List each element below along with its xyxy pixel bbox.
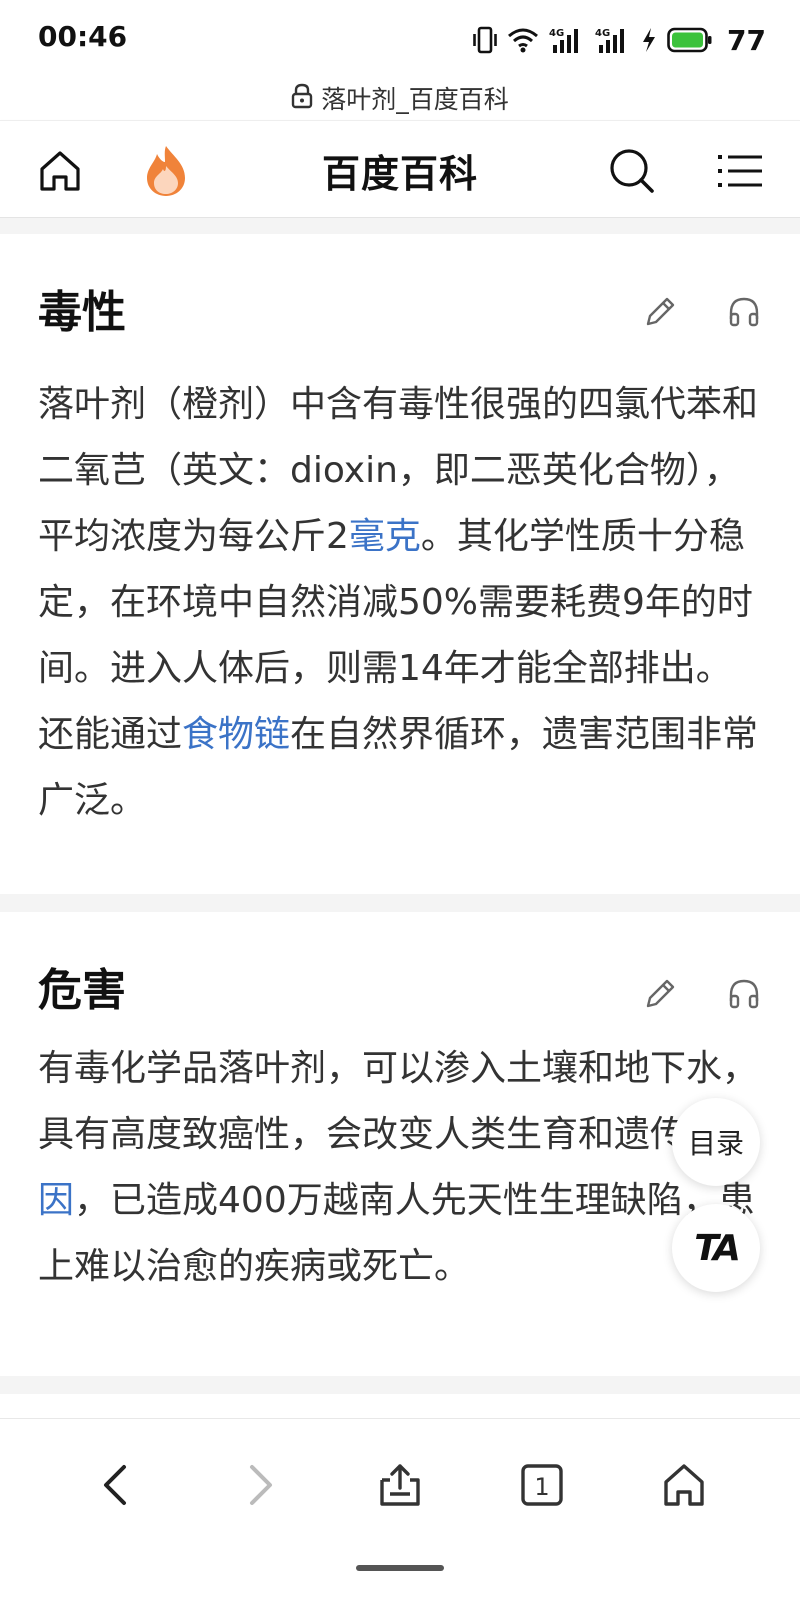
- status-bar: 00:46 4G 4G 77: [0, 0, 800, 80]
- section-toxicity: 毒性 落叶剂（橙剂）中含有毒性很强的四氯代苯和二氧芑（英文：dioxin，即二恶…: [0, 234, 800, 894]
- back-button[interactable]: [88, 1457, 144, 1513]
- toc-button[interactable]: 目录: [672, 1098, 760, 1186]
- site-title: 百度百科: [321, 152, 478, 196]
- forward-button[interactable]: [232, 1457, 288, 1513]
- status-time: 00:46: [38, 20, 128, 53]
- battery-icon: [667, 27, 713, 53]
- listen-button[interactable]: [724, 292, 764, 332]
- vibrate-icon: [473, 25, 497, 55]
- chevron-right-icon: [250, 1465, 272, 1505]
- listen-button[interactable]: [724, 974, 764, 1014]
- home-nav-button[interactable]: [656, 1457, 712, 1513]
- text-run: ，已造成400万越南人先天性生理缺陷，患上难以治愈的疾病或死亡。: [38, 1180, 755, 1287]
- signal-4g-icon: 4G: [549, 25, 585, 55]
- section-title: 危害: [38, 965, 126, 1016]
- search-button[interactable]: [604, 143, 660, 199]
- home-indicator[interactable]: [356, 1565, 444, 1571]
- tabs-icon: 1: [521, 1464, 563, 1506]
- link-food-chain[interactable]: 食物链: [182, 714, 290, 755]
- charging-icon: [641, 26, 657, 54]
- svg-text:1: 1: [534, 1473, 549, 1501]
- battery-level: 77: [727, 23, 766, 57]
- text-run: 有毒化学品落叶剂，可以渗入土壤和地下水，具有高度致癌性，会改变人类生育和遗传: [38, 1048, 759, 1155]
- url-title: 落叶剂_百度百科: [321, 85, 509, 114]
- section-divider: [0, 218, 800, 234]
- share-icon: [380, 1464, 420, 1506]
- status-icons: 4G 4G 77: [473, 20, 766, 60]
- ta-button[interactable]: TA: [672, 1204, 760, 1292]
- link-milligram[interactable]: 毫克: [349, 516, 421, 557]
- section-title: 毒性: [38, 287, 126, 338]
- url-bar[interactable]: 落叶剂_百度百科: [0, 76, 800, 120]
- pencil-icon: [646, 297, 675, 326]
- section-text: 有毒化学品落叶剂，可以渗入土壤和地下水，具有高度致癌性，会改变人类生育和遗传基因…: [38, 1036, 762, 1300]
- menu-icon: [718, 155, 762, 187]
- edit-button[interactable]: [640, 292, 680, 332]
- section-divider: [0, 1376, 800, 1394]
- wifi-icon: [507, 26, 539, 54]
- menu-button[interactable]: [712, 143, 768, 199]
- tabs-button[interactable]: 1: [514, 1457, 570, 1513]
- chevron-left-icon: [104, 1465, 126, 1505]
- section-text: 落叶剂（橙剂）中含有毒性很强的四氯代苯和二氧芑（英文：dioxin，即二恶英化合…: [38, 372, 762, 834]
- headphones-icon: [729, 297, 759, 327]
- section-divider: [0, 894, 800, 912]
- search-icon: [610, 149, 654, 193]
- app-header: 百度百科: [0, 120, 800, 218]
- pencil-icon: [646, 979, 675, 1008]
- home-icon: [664, 1464, 704, 1506]
- svg-text:4G: 4G: [549, 28, 564, 39]
- svg-text:4G: 4G: [595, 28, 610, 39]
- lock-icon: [291, 83, 313, 113]
- edit-button[interactable]: [640, 974, 680, 1014]
- browser-bottom-nav: 1: [0, 1418, 800, 1600]
- signal-4g-icon: 4G: [595, 25, 631, 55]
- headphones-icon: [729, 979, 759, 1009]
- share-button[interactable]: [372, 1457, 428, 1513]
